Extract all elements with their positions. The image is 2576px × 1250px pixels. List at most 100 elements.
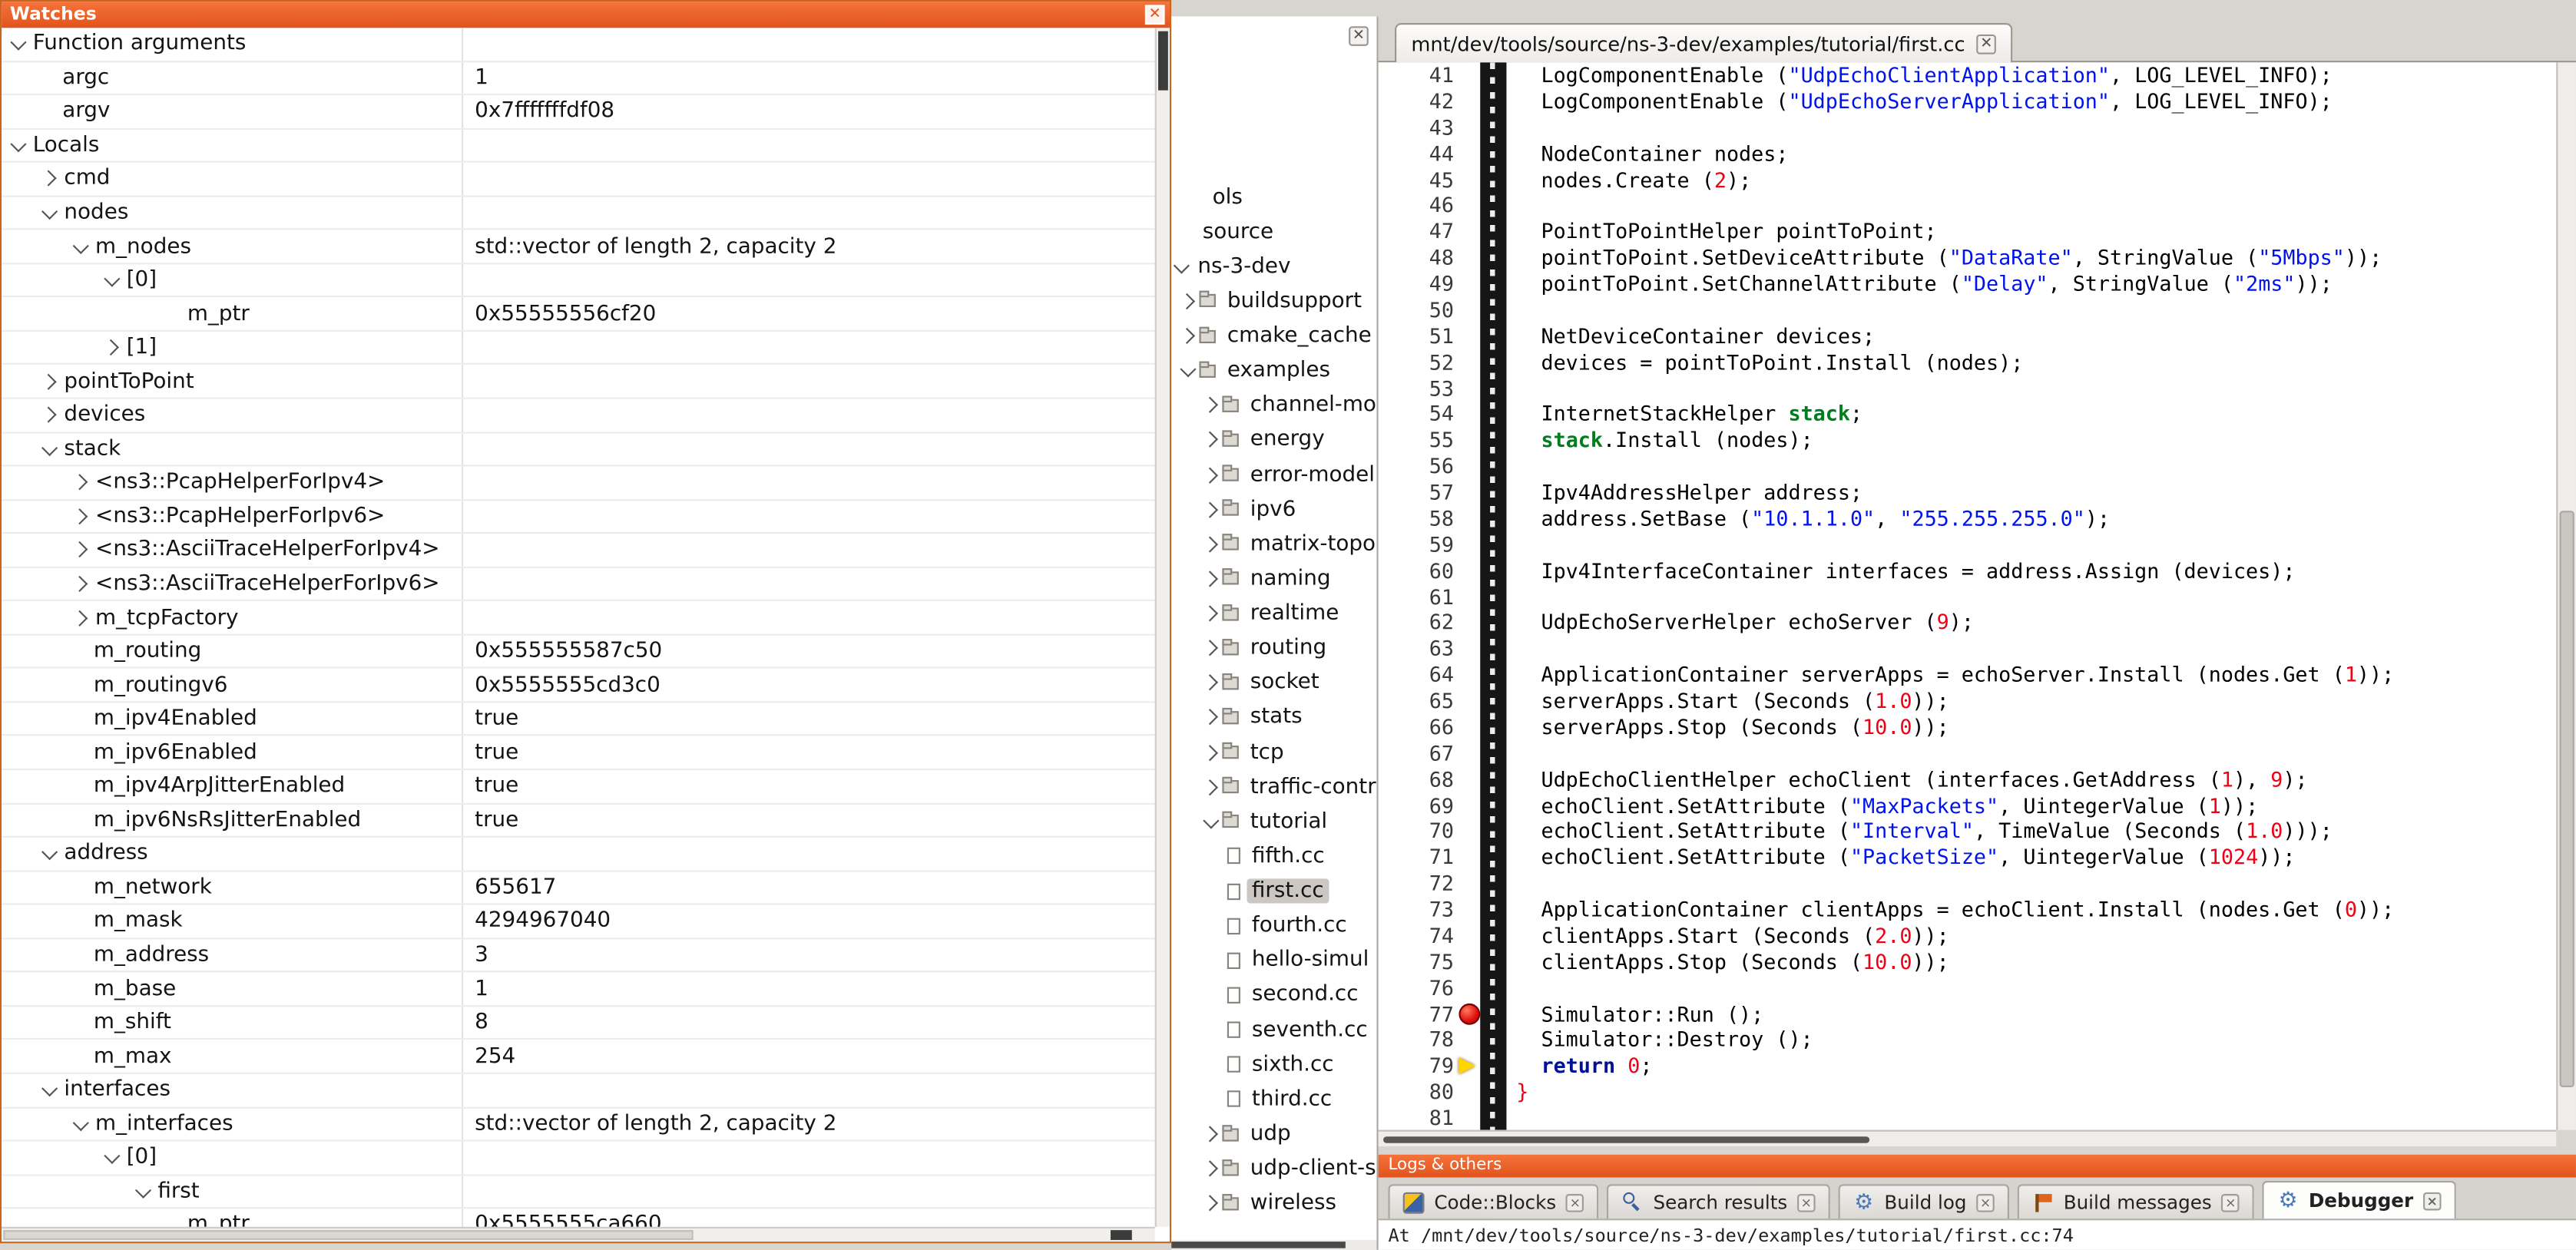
logs-tab-build-log[interactable]: ⚙Build log× bbox=[1839, 1184, 2010, 1219]
editor-vertical-scrollbar[interactable] bbox=[2556, 62, 2576, 1129]
code-line-41[interactable]: LogComponentEnable ("UdpEchoClientApplic… bbox=[1516, 62, 2556, 88]
collapse-icon[interactable] bbox=[104, 271, 120, 287]
tree-item-wireless[interactable]: wireless bbox=[1171, 1187, 1376, 1220]
expand-icon[interactable] bbox=[71, 576, 88, 592]
code-line-69[interactable]: echoClient.SetAttribute ("MaxPackets", U… bbox=[1516, 792, 2556, 818]
collapse-icon[interactable] bbox=[1180, 362, 1196, 378]
code-line-48[interactable]: pointToPoint.SetDeviceAttribute ("DataRa… bbox=[1516, 245, 2556, 271]
collapse-icon[interactable] bbox=[41, 845, 58, 861]
code-line-56[interactable] bbox=[1516, 454, 2556, 480]
code-line-61[interactable] bbox=[1516, 584, 2556, 610]
code-line-63[interactable] bbox=[1516, 636, 2556, 662]
logs-header[interactable]: Logs & others bbox=[1379, 1155, 2576, 1178]
line-number[interactable]: 69 bbox=[1379, 792, 1464, 818]
close-icon[interactable]: ✕ bbox=[1977, 34, 1997, 54]
code-line-54[interactable]: InternetStackHelper stack; bbox=[1516, 402, 2556, 428]
line-number[interactable]: 75 bbox=[1379, 949, 1464, 975]
line-number[interactable]: 65 bbox=[1379, 688, 1464, 714]
expand-icon[interactable] bbox=[1202, 1195, 1218, 1212]
code-line-46[interactable] bbox=[1516, 193, 2556, 219]
expand-icon[interactable] bbox=[1202, 432, 1218, 448]
logs-tab-search-results[interactable]: Search results× bbox=[1608, 1184, 1830, 1219]
scrollbar-thumb[interactable] bbox=[1383, 1136, 1869, 1143]
line-number[interactable]: 51 bbox=[1379, 323, 1464, 349]
expand-icon[interactable] bbox=[1202, 675, 1218, 691]
line-number[interactable]: 76 bbox=[1379, 975, 1464, 1001]
watch-row[interactable]: first bbox=[2, 1176, 1155, 1209]
watch-row[interactable]: m_ipv6Enabledtrue bbox=[2, 736, 1155, 770]
code-line-76[interactable] bbox=[1516, 975, 2556, 1001]
line-number[interactable]: 80 bbox=[1379, 1080, 1464, 1106]
tree-item-ns-3-dev[interactable]: ns-3-dev bbox=[1171, 250, 1376, 283]
watch-row[interactable]: m_max254 bbox=[2, 1040, 1155, 1074]
close-icon[interactable]: × bbox=[2221, 1193, 2240, 1212]
watch-row[interactable]: argc1 bbox=[2, 61, 1155, 95]
watch-row[interactable]: m_ipv4Enabledtrue bbox=[2, 703, 1155, 736]
line-number[interactable]: 55 bbox=[1379, 428, 1464, 454]
code-line-53[interactable] bbox=[1516, 375, 2556, 402]
expand-icon[interactable] bbox=[1202, 605, 1218, 621]
watch-row[interactable]: m_nodesstd::vector of length 2, capacity… bbox=[2, 230, 1155, 264]
watch-row[interactable]: [0] bbox=[2, 1142, 1155, 1176]
collapse-icon[interactable] bbox=[73, 237, 89, 253]
collapse-icon[interactable] bbox=[1203, 812, 1219, 828]
line-number[interactable]: 63 bbox=[1379, 636, 1464, 662]
tree-item-ipv6[interactable]: ipv6 bbox=[1171, 493, 1376, 526]
expand-icon[interactable] bbox=[41, 170, 57, 187]
line-number[interactable]: 52 bbox=[1379, 349, 1464, 375]
tree-item-ols[interactable]: ols bbox=[1171, 180, 1376, 213]
watch-row[interactable]: m_routing0x555555587c50 bbox=[2, 635, 1155, 669]
code-line-42[interactable]: LogComponentEnable ("UdpEchoServerApplic… bbox=[1516, 88, 2556, 114]
expand-icon[interactable] bbox=[1202, 501, 1218, 518]
watch-row[interactable]: m_shift8 bbox=[2, 1007, 1155, 1040]
tree-item-socket[interactable]: socket bbox=[1171, 666, 1376, 699]
watch-row[interactable]: m_mask4294967040 bbox=[2, 905, 1155, 939]
tree-item-udp-client-ser[interactable]: udp-client-ser bbox=[1171, 1152, 1376, 1186]
line-number[interactable]: 49 bbox=[1379, 271, 1464, 297]
expand-icon[interactable] bbox=[71, 542, 88, 558]
tree-item-first-cc[interactable]: first.cc bbox=[1171, 875, 1376, 908]
expand-icon[interactable] bbox=[41, 407, 57, 423]
collapse-icon[interactable] bbox=[1174, 257, 1190, 273]
expand-icon[interactable] bbox=[71, 610, 88, 626]
line-number[interactable]: 45 bbox=[1379, 167, 1464, 193]
expand-icon[interactable] bbox=[1202, 709, 1218, 726]
watch-row[interactable]: m_base1 bbox=[2, 973, 1155, 1007]
code-line-72[interactable] bbox=[1516, 871, 2556, 897]
watches-vertical-scrollbar[interactable] bbox=[1155, 28, 1170, 1226]
expand-icon[interactable] bbox=[1202, 779, 1218, 795]
code-line-60[interactable]: Ipv4InterfaceContainer interfaces = addr… bbox=[1516, 557, 2556, 584]
watch-row[interactable]: <ns3::AsciiTraceHelperForIpv6> bbox=[2, 568, 1155, 602]
tree-item-matrix-topolo[interactable]: matrix-topolo bbox=[1171, 527, 1376, 561]
line-number[interactable]: 73 bbox=[1379, 897, 1464, 923]
line-number[interactable]: 68 bbox=[1379, 766, 1464, 792]
watch-row[interactable]: argv0x7fffffffdf08 bbox=[2, 95, 1155, 129]
code-line-45[interactable]: nodes.Create (2); bbox=[1516, 167, 2556, 193]
code-line-79[interactable]: return 0; bbox=[1516, 1053, 2556, 1080]
watch-row[interactable]: <ns3::PcapHelperForIpv4> bbox=[2, 467, 1155, 501]
expand-icon[interactable] bbox=[71, 508, 88, 524]
editor-code-area[interactable]: 4142434445464748495051525354555657585960… bbox=[1379, 62, 2557, 1129]
tree-item-buildsupport[interactable]: buildsupport bbox=[1171, 285, 1376, 318]
collapse-icon[interactable] bbox=[41, 440, 58, 456]
close-icon[interactable]: × bbox=[2423, 1192, 2442, 1210]
watch-row[interactable]: m_ptr0x5555555ca660 bbox=[2, 1209, 1155, 1227]
scrollbar-thumb[interactable] bbox=[1158, 31, 1168, 91]
tree-item-error-model[interactable]: error-model bbox=[1171, 458, 1376, 491]
expand-icon[interactable] bbox=[1202, 536, 1218, 552]
tree-item-tutorial[interactable]: tutorial bbox=[1171, 805, 1376, 838]
expand-icon[interactable] bbox=[1202, 640, 1218, 656]
tree-item-realtime[interactable]: realtime bbox=[1171, 597, 1376, 630]
code-line-58[interactable]: address.SetBase ("10.1.1.0", "255.255.25… bbox=[1516, 506, 2556, 532]
line-number[interactable]: 58 bbox=[1379, 506, 1464, 532]
code-line-66[interactable]: serverApps.Stop (Seconds (10.0)); bbox=[1516, 714, 2556, 740]
code-line-68[interactable]: UdpEchoClientHelper echoClient (interfac… bbox=[1516, 766, 2556, 792]
collapse-icon[interactable] bbox=[104, 1148, 120, 1164]
line-number[interactable]: 71 bbox=[1379, 845, 1464, 871]
watches-titlebar[interactable]: Watches ✕ bbox=[2, 2, 1170, 28]
watch-row[interactable]: m_tcpFactory bbox=[2, 602, 1155, 636]
line-number[interactable]: 66 bbox=[1379, 714, 1464, 740]
line-number[interactable]: 42 bbox=[1379, 88, 1464, 114]
line-number[interactable]: 44 bbox=[1379, 141, 1464, 167]
line-numbers[interactable]: 4142434445464748495051525354555657585960… bbox=[1379, 62, 1464, 1129]
